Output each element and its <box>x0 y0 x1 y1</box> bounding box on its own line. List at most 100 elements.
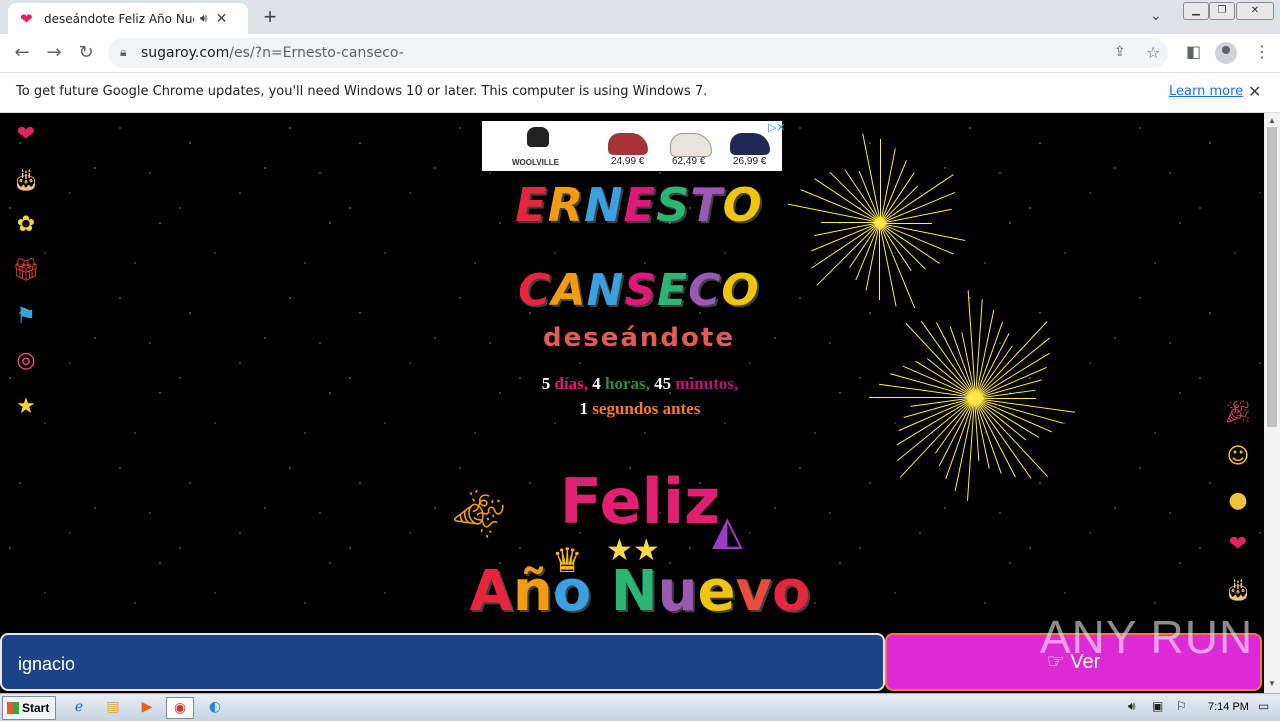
title-letter: v <box>735 559 772 624</box>
title-letter <box>591 559 611 624</box>
title-letter: C <box>688 265 722 316</box>
cake-icon[interactable]: 🎂︎ <box>12 167 40 195</box>
title-letter: N <box>586 265 625 316</box>
name-input-container <box>0 633 885 691</box>
title-letter: A <box>551 265 587 316</box>
star-icon[interactable]: ★ <box>12 393 40 421</box>
title-letter: T <box>690 178 723 232</box>
name-input[interactable] <box>16 649 870 679</box>
slipper-image <box>608 133 648 155</box>
chrome-icon[interactable]: ◉ <box>166 697 194 719</box>
audio-playing-icon[interactable]: 🔊︎ <box>200 11 208 26</box>
windows-taskbar: Start ℯ ▤ ▶ ◉ ◐ 🔊︎ ▣ ⚐ 7:14 PM ▭ <box>0 693 1280 721</box>
windows-logo-icon <box>7 702 19 714</box>
side-panel-icon[interactable]: ◧ <box>1186 42 1201 61</box>
firework-ray <box>869 396 975 398</box>
last-name-title: CANSECO <box>439 265 839 316</box>
party-popper-icon[interactable]: 🎉︎ <box>1224 399 1252 427</box>
days-value: 5 <box>541 374 551 393</box>
balloons-icon[interactable]: ● <box>1224 487 1252 515</box>
sheep-logo-icon <box>527 127 549 147</box>
title-letter: E <box>623 178 657 232</box>
minutes-label: minutos, <box>675 374 739 393</box>
ano-nuevo-title: Año Nuevo <box>440 559 840 624</box>
clock[interactable]: 7:14 PM <box>1208 701 1249 713</box>
browser-toolbar: ← → ↻ 🔒︎ sugaroy.com/es/?n=Ernesto-canse… <box>0 34 1280 73</box>
maximize-button[interactable]: ❐ <box>1209 2 1235 20</box>
title-letter: E <box>657 265 689 316</box>
seconds-label: segundos antes <box>592 399 701 418</box>
title-letter: S <box>624 265 658 316</box>
url-text[interactable]: sugaroy.com/es/?n=Ernesto-canseco- <box>141 45 404 61</box>
profile-avatar[interactable] <box>1215 42 1237 64</box>
new-tab-button[interactable]: + <box>258 6 282 30</box>
close-tab-icon[interactable]: ✕ <box>216 11 228 27</box>
volume-icon[interactable]: 🔊︎ <box>1128 699 1136 714</box>
hearts-icon[interactable]: ❤ <box>1224 531 1252 559</box>
title-letter: E <box>515 178 548 232</box>
scroll-up-icon[interactable]: ▲ <box>1268 116 1276 125</box>
firework-ray <box>880 139 882 223</box>
title-letter: N <box>584 178 624 232</box>
ad-brand: WOOLVILLE <box>512 158 559 167</box>
minutes-value: 45 <box>654 374 672 393</box>
bookmark-star-icon[interactable]: ☆ <box>1146 43 1160 62</box>
ad-banner[interactable]: WOOLVILLE 24,99 € 62,49 € 26,99 € ▷✕ <box>482 121 786 171</box>
cake-icon[interactable]: 🎂︎ <box>1224 577 1252 605</box>
url-path: /es/?n=Ernesto-canseco- <box>229 45 404 61</box>
scroll-down-icon[interactable]: ▼ <box>1268 679 1276 688</box>
flowers-icon[interactable]: ✿ <box>12 211 40 239</box>
subtitle: deseándote <box>543 323 735 353</box>
seconds-value: 1 <box>579 399 589 418</box>
ad-price: 24,99 € <box>611 156 645 167</box>
learn-more-link[interactable]: Learn more <box>1169 84 1243 99</box>
donut-icon[interactable]: ◎ <box>12 347 40 375</box>
network-icon[interactable]: ▣ <box>1152 699 1163 713</box>
start-label: Start <box>22 701 50 715</box>
menu-kebab-icon[interactable]: ⋮ <box>1254 42 1270 61</box>
tab-search-chevron-icon[interactable]: ⌄ <box>1150 8 1162 24</box>
title-letter: O <box>722 178 763 232</box>
show-desktop-icon[interactable]: ▭ <box>1258 699 1269 713</box>
adchoices-icon[interactable]: ▷✕ <box>768 121 786 134</box>
hearts-icon[interactable]: ❤ <box>12 121 40 149</box>
ad-price: 62,49 € <box>672 156 706 167</box>
page-scrollbar[interactable]: ▲ ▼ <box>1264 113 1280 693</box>
reload-icon[interactable]: ↻ <box>74 41 98 65</box>
back-arrow-icon[interactable]: ← <box>10 41 34 65</box>
file-explorer-icon[interactable]: ▤ <box>100 697 126 717</box>
minimize-button[interactable]: ▁ <box>1183 2 1209 20</box>
lock-icon[interactable]: 🔒︎ <box>120 45 126 60</box>
media-player-icon[interactable]: ▶ <box>134 697 160 717</box>
title-letter: O <box>721 265 760 316</box>
browser-tab[interactable]: ❤ deseándote Feliz Año Nuevo 20 🔊︎ ✕ <box>8 3 248 34</box>
ad-price: 26,99 € <box>733 156 767 167</box>
party-hat-icon: ◭ <box>712 508 743 554</box>
hours-label: horas, <box>605 374 650 393</box>
scrollbar-thumb[interactable] <box>1267 127 1277 427</box>
window-close-button[interactable]: ✕ <box>1236 2 1274 20</box>
tab-strip: ❤ deseándote Feliz Año Nuevo 20 🔊︎ ✕ + ⌄… <box>0 0 1280 34</box>
title-letter: u <box>657 559 698 624</box>
slipper-image <box>670 133 712 157</box>
action-center-flag-icon[interactable]: ⚐ <box>1176 699 1187 713</box>
edge-icon[interactable]: ◐ <box>202 697 228 717</box>
title-letter: e <box>697 559 736 624</box>
share-icon[interactable]: ⇪ <box>1114 44 1126 60</box>
hours-value: 4 <box>592 374 601 393</box>
smiley-icon[interactable]: ☺ <box>1224 443 1252 471</box>
first-name-title: ERNESTO <box>439 178 839 232</box>
start-button[interactable]: Start <box>2 696 56 720</box>
feliz-title: Feliz <box>559 465 721 538</box>
slipper-image <box>730 133 770 155</box>
forward-arrow-icon[interactable]: → <box>42 41 66 65</box>
title-letter: N <box>610 559 658 624</box>
address-bar[interactable]: 🔒︎ sugaroy.com/es/?n=Ernesto-canseco- ⇪ … <box>108 38 1168 68</box>
tab-title: deseándote Feliz Año Nuevo 20 <box>44 11 194 26</box>
firework-ray <box>878 223 880 300</box>
bunting-icon[interactable]: ⚑ <box>12 303 40 331</box>
page-content: WOOLVILLE 24,99 € 62,49 € 26,99 € ▷✕ ERN… <box>0 113 1264 693</box>
infobar-close-icon[interactable]: ✕ <box>1248 82 1261 101</box>
internet-explorer-icon[interactable]: ℯ <box>66 697 92 717</box>
gift-icon[interactable]: 🎁︎ <box>12 257 40 285</box>
